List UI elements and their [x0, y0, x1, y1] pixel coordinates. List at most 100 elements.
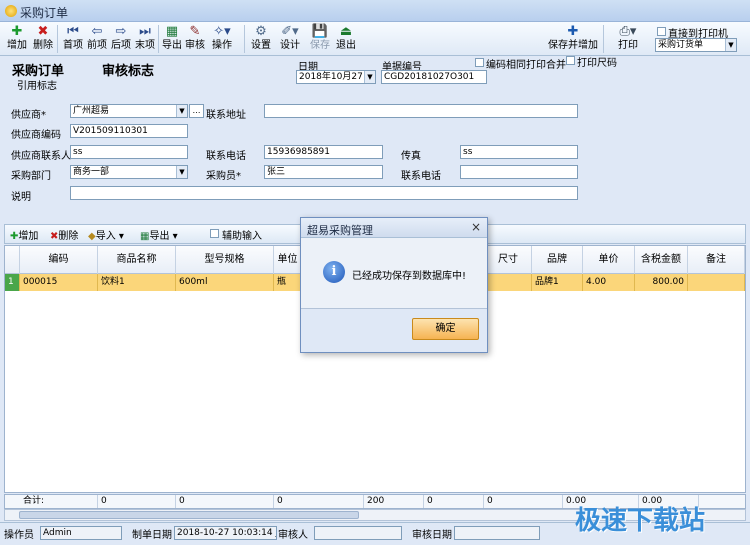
- delete-button[interactable]: ✖ 删除: [29, 24, 57, 54]
- exit-button[interactable]: ⏏ 退出: [332, 24, 360, 54]
- auditor-field: [314, 526, 402, 540]
- operator-field: Admin: [40, 526, 122, 540]
- ok-button[interactable]: 确定: [412, 318, 479, 340]
- contact-field[interactable]: ss: [70, 145, 188, 159]
- phone2-label: 联系电话: [401, 171, 441, 182]
- chevron-down-icon: ▼: [364, 71, 375, 83]
- column-header[interactable]: 编码: [20, 246, 98, 274]
- column-header[interactable]: 备注: [688, 246, 745, 274]
- cell-remark[interactable]: [688, 274, 745, 291]
- fax-label: 传真: [401, 151, 421, 162]
- cell-unit[interactable]: 瓶: [274, 274, 302, 291]
- window-title: 采购订单: [20, 6, 69, 20]
- phone-field[interactable]: 15936985891: [264, 145, 383, 159]
- exit-icon: ⏏: [339, 24, 353, 39]
- column-header[interactable]: 含税金额: [635, 246, 688, 274]
- detail-export-button[interactable]: ▦导出 ▾: [140, 227, 178, 242]
- audit-button[interactable]: ✎ 审核: [181, 24, 209, 54]
- cell-brand[interactable]: 品牌1: [532, 274, 583, 291]
- column-header[interactable]: 型号规格: [176, 246, 274, 274]
- main-toolbar: ✚ 增加 ✖ 删除 ⏮ 首项 ⇦ 前项 ⇨ 后项 ⏭ 末项 ▦ 导出 ✎ 审核 ✧▾ 操作 ⚙ 设置…: [0, 22, 750, 56]
- audit-icon: ✎: [189, 24, 201, 39]
- delete-icon: ✖: [37, 24, 49, 39]
- supplier-field[interactable]: 广州超易 ▼: [70, 104, 188, 118]
- supplier-lookup-button[interactable]: …: [189, 104, 204, 118]
- chevron-down-icon: ▼: [176, 166, 187, 178]
- column-header[interactable]: 尺寸: [485, 246, 532, 274]
- dialog-title-bar: 超易采购管理 ×: [301, 218, 487, 238]
- add-button[interactable]: ✚ 增加: [3, 24, 31, 54]
- wand-icon: ✧▾: [213, 24, 231, 39]
- save-button[interactable]: 💾 保存: [306, 24, 334, 54]
- message-dialog: 超易采购管理 × i 已经成功保存到数据库中! 确定: [300, 217, 488, 353]
- buyer-field[interactable]: 张三: [264, 165, 383, 179]
- cell-spec[interactable]: 600ml: [176, 274, 274, 291]
- print-size-label: 打印尺码: [577, 58, 617, 69]
- detail-add-button[interactable]: ✚增加: [10, 227, 38, 242]
- settings-icon: ⚙: [255, 24, 267, 39]
- cell-size[interactable]: [485, 274, 532, 291]
- last-button[interactable]: ⏭ 末项: [131, 24, 159, 54]
- column-header[interactable]: 商品名称: [98, 246, 176, 274]
- phone2-field[interactable]: [460, 165, 578, 179]
- supplier-code-field[interactable]: V201509110301: [70, 124, 188, 138]
- phone-label: 联系电话: [206, 151, 246, 162]
- date-field[interactable]: 2018年10月27日 ▼: [296, 70, 376, 84]
- dept-field[interactable]: 商务一部 ▼: [70, 165, 188, 179]
- title-bar: 采购订单: [0, 0, 750, 22]
- scrollbar-thumb[interactable]: [19, 511, 359, 519]
- fax-field[interactable]: ss: [460, 145, 578, 159]
- merge-print-label: 编码相同打印合并: [486, 60, 566, 71]
- column-header[interactable]: 单价: [583, 246, 635, 274]
- cell-amount[interactable]: 800.00: [635, 274, 688, 291]
- toolbar-divider: [244, 25, 245, 53]
- grid-corner: [5, 246, 20, 274]
- detail-import-button[interactable]: ◆导入 ▾: [88, 227, 124, 242]
- merge-print-checkbox[interactable]: [475, 58, 484, 67]
- form-area: 采购订单 审核标志 引用标志 日期 2018年10月27日 ▼ 单据编号 CGD2…: [0, 56, 750, 222]
- doc-no-field[interactable]: CGD20181027O301: [381, 70, 487, 84]
- dialog-message: 已经成功保存到数据库中!: [352, 271, 467, 282]
- total-cell: 0: [176, 495, 274, 508]
- total-cell: 0: [424, 495, 484, 508]
- assist-input-label: 辅助输入: [222, 231, 262, 242]
- dept-label: 采购部门: [11, 171, 51, 182]
- audit-flag: 审核标志: [102, 64, 155, 79]
- column-header[interactable]: 品牌: [532, 246, 583, 274]
- print-template-select[interactable]: 采购订货单 ▼: [655, 38, 737, 52]
- supplier-label: 供应商*: [11, 110, 46, 121]
- add-icon: ✚: [11, 24, 23, 39]
- operator-label: 操作员: [4, 530, 34, 541]
- app-icon: [5, 5, 17, 17]
- detail-delete-button[interactable]: ✖删除: [50, 227, 78, 242]
- auditor-label: 审核人: [278, 530, 308, 541]
- cell-price[interactable]: 4.00: [583, 274, 635, 291]
- save-add-button[interactable]: ✚ 保存并增加: [548, 24, 598, 54]
- print-size-checkbox[interactable]: [566, 56, 575, 65]
- audit-date-label: 审核日期: [412, 530, 452, 541]
- total-cell: 0: [98, 495, 176, 508]
- total-cell: 0: [274, 495, 364, 508]
- address-field[interactable]: [264, 104, 578, 118]
- remark-field[interactable]: [70, 186, 578, 200]
- total-cell: 200: [364, 495, 424, 508]
- operate-button[interactable]: ✧▾ 操作: [208, 24, 236, 54]
- save-add-icon: ✚: [567, 24, 579, 39]
- design-button[interactable]: ✐▾ 设计: [276, 24, 304, 54]
- cell-name[interactable]: 饮料1: [98, 274, 176, 291]
- print-button[interactable]: ⎙▾ 打印: [614, 24, 642, 54]
- info-icon: i: [323, 261, 345, 283]
- address-label: 联系地址: [206, 110, 246, 121]
- assist-input-checkbox[interactable]: [210, 229, 219, 238]
- total-cell: 0: [484, 495, 563, 508]
- chevron-down-icon: ▼: [176, 105, 187, 117]
- direct-print-checkbox[interactable]: [657, 27, 666, 36]
- dialog-close-button[interactable]: ×: [471, 220, 481, 234]
- toolbar-divider: [57, 25, 58, 53]
- create-date-field: 2018-10-27 10:03:14 ji: [174, 526, 277, 540]
- cell-code[interactable]: 000015: [20, 274, 98, 291]
- column-header[interactable]: 单位: [274, 246, 302, 274]
- supplier-code-label: 供应商编码: [11, 130, 61, 141]
- audit-date-field: [454, 526, 540, 540]
- settings-button[interactable]: ⚙ 设置: [247, 24, 275, 54]
